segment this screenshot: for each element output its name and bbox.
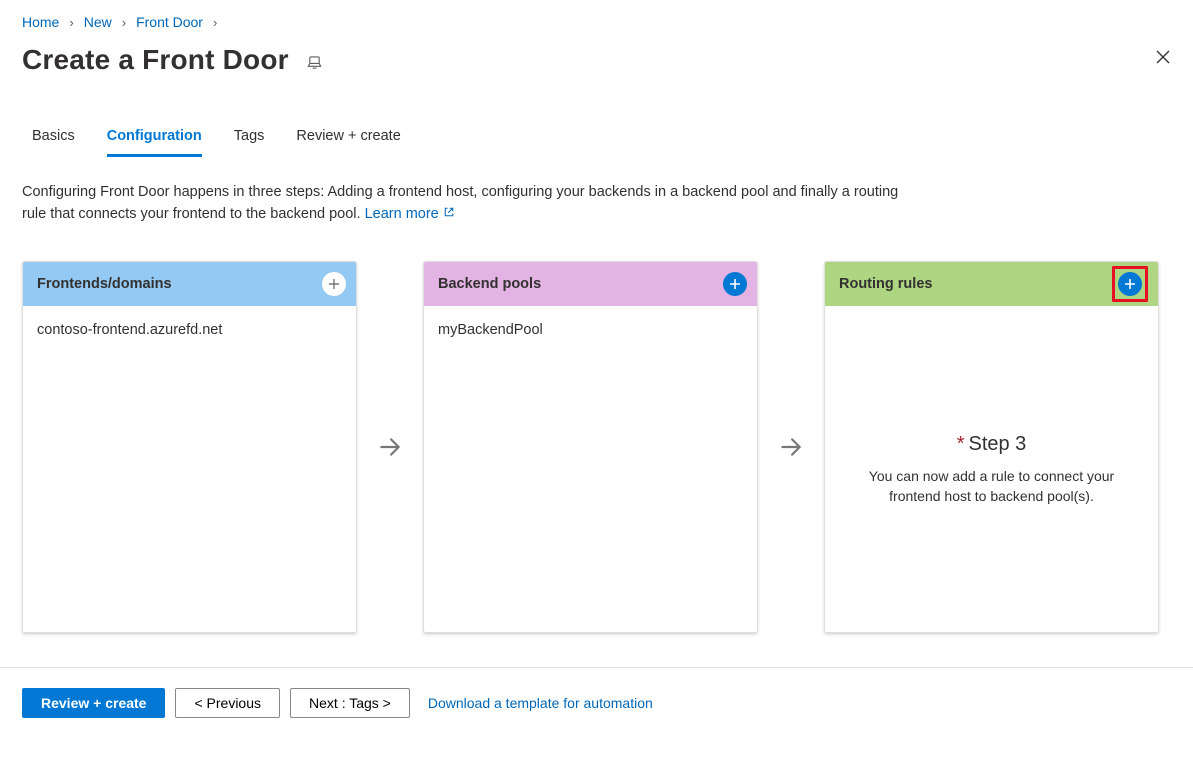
- arrow-right-icon: [758, 261, 824, 633]
- external-link-icon: [443, 203, 455, 225]
- required-asterisk: *: [957, 433, 965, 455]
- configuration-steps: Frontends/domains contoso-frontend.azure…: [22, 261, 1171, 633]
- backends-card-header: Backend pools: [424, 262, 757, 306]
- tab-review-create[interactable]: Review + create: [296, 128, 400, 157]
- routing-card: Routing rules *Step 3 You can now add a …: [824, 261, 1159, 633]
- config-description-text: Configuring Front Door happens in three …: [22, 184, 898, 222]
- add-backend-button[interactable]: [723, 272, 747, 296]
- add-routing-highlight: [1112, 266, 1148, 302]
- breadcrumb-home[interactable]: Home: [22, 14, 59, 30]
- breadcrumb-front-door[interactable]: Front Door: [136, 14, 203, 30]
- routing-card-header: Routing rules: [825, 262, 1158, 306]
- pin-icon[interactable]: [307, 45, 322, 70]
- previous-button[interactable]: < Previous: [175, 688, 280, 718]
- footer-bar: Review + create < Previous Next : Tags >…: [0, 667, 1193, 740]
- frontend-list-item[interactable]: contoso-frontend.azurefd.net: [37, 322, 342, 338]
- tab-configuration[interactable]: Configuration: [107, 128, 202, 157]
- chevron-right-icon: ›: [122, 15, 126, 30]
- frontends-card-header: Frontends/domains: [23, 262, 356, 306]
- chevron-right-icon: ›: [69, 15, 73, 30]
- backends-card: Backend pools myBackendPool: [423, 261, 758, 633]
- routing-title: Routing rules: [839, 276, 932, 292]
- frontends-card: Frontends/domains contoso-frontend.azure…: [22, 261, 357, 633]
- learn-more-link[interactable]: Learn more: [365, 206, 455, 222]
- next-button[interactable]: Next : Tags >: [290, 688, 410, 718]
- close-icon[interactable]: [1155, 49, 1171, 65]
- frontends-title: Frontends/domains: [37, 276, 172, 292]
- routing-step-subtext: You can now add a rule to connect your f…: [847, 466, 1136, 506]
- arrow-right-icon: [357, 261, 423, 633]
- chevron-right-icon: ›: [213, 15, 217, 30]
- add-frontend-button[interactable]: [322, 272, 346, 296]
- backend-list-item[interactable]: myBackendPool: [438, 322, 743, 338]
- tabs: Basics Configuration Tags Review + creat…: [22, 128, 1171, 157]
- backends-title: Backend pools: [438, 276, 541, 292]
- tab-basics[interactable]: Basics: [32, 128, 75, 157]
- page-title: Create a Front Door: [22, 44, 289, 76]
- add-routing-rule-button[interactable]: [1118, 272, 1142, 296]
- download-template-link[interactable]: Download a template for automation: [428, 695, 653, 711]
- review-create-button[interactable]: Review + create: [22, 688, 165, 718]
- config-description: Configuring Front Door happens in three …: [22, 181, 917, 225]
- routing-step-title: *Step 3: [957, 433, 1027, 456]
- tab-tags[interactable]: Tags: [234, 128, 265, 157]
- breadcrumb-new[interactable]: New: [84, 14, 112, 30]
- breadcrumb: Home › New › Front Door ›: [22, 14, 1171, 30]
